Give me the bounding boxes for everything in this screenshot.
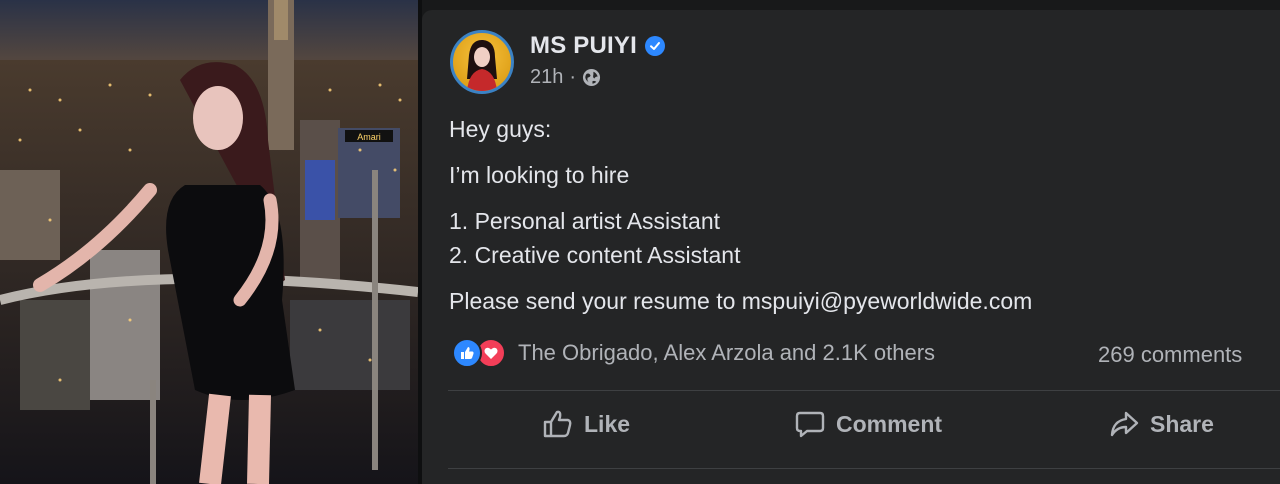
post-meta: 21h · xyxy=(530,66,601,89)
share-label: Share xyxy=(1150,410,1214,437)
reactions-summary[interactable]: The Obrigado, Alex Arzola and 2.1K other… xyxy=(452,338,935,368)
comments-count[interactable]: 269 comments xyxy=(1098,342,1242,368)
amari-sign: Amari xyxy=(357,132,381,142)
post-text-line-4: 2. Creative content Assistant xyxy=(449,242,741,268)
author-avatar[interactable] xyxy=(450,30,514,94)
post-photo[interactable]: Amari xyxy=(0,0,418,484)
meta-separator: · xyxy=(569,66,577,88)
post-timestamp[interactable]: 21h xyxy=(530,66,563,89)
like-label: Like xyxy=(584,410,631,437)
author-name-row: MS PUIYI xyxy=(530,32,665,60)
reactions-names: The Obrigado, Alex Arzola and 2.1K other… xyxy=(518,340,936,365)
post-text-line-5: Please send your resume to mspuiyi@pyewo… xyxy=(449,288,1033,314)
verified-badge-icon xyxy=(644,36,665,56)
actions-bottom-divider xyxy=(448,468,1280,469)
avatar-image xyxy=(467,39,497,91)
post-text-line-1: Hey guys: xyxy=(449,116,552,142)
author-name[interactable]: MS PUIYI xyxy=(530,32,637,60)
actions-top-divider xyxy=(448,390,1280,391)
share-arrow-icon xyxy=(1110,411,1139,437)
like-reaction-icon xyxy=(452,338,482,368)
globe-icon[interactable] xyxy=(582,68,601,87)
post-text-line-2: I’m looking to hire xyxy=(449,162,630,188)
post-card: MS PUIYI 21h · Hey guys: I’m looking to … xyxy=(422,10,1280,484)
city-night-photo: Amari xyxy=(0,0,418,484)
comment-button[interactable]: Comment xyxy=(794,406,942,442)
share-button[interactable]: Share xyxy=(1108,406,1214,442)
post-text-line-3: 1. Personal artist Assistant xyxy=(449,208,721,234)
thumbs-up-icon xyxy=(543,410,572,438)
comment-label: Comment xyxy=(836,410,943,437)
comment-bubble-icon xyxy=(795,411,825,438)
like-button[interactable]: Like xyxy=(542,406,630,442)
